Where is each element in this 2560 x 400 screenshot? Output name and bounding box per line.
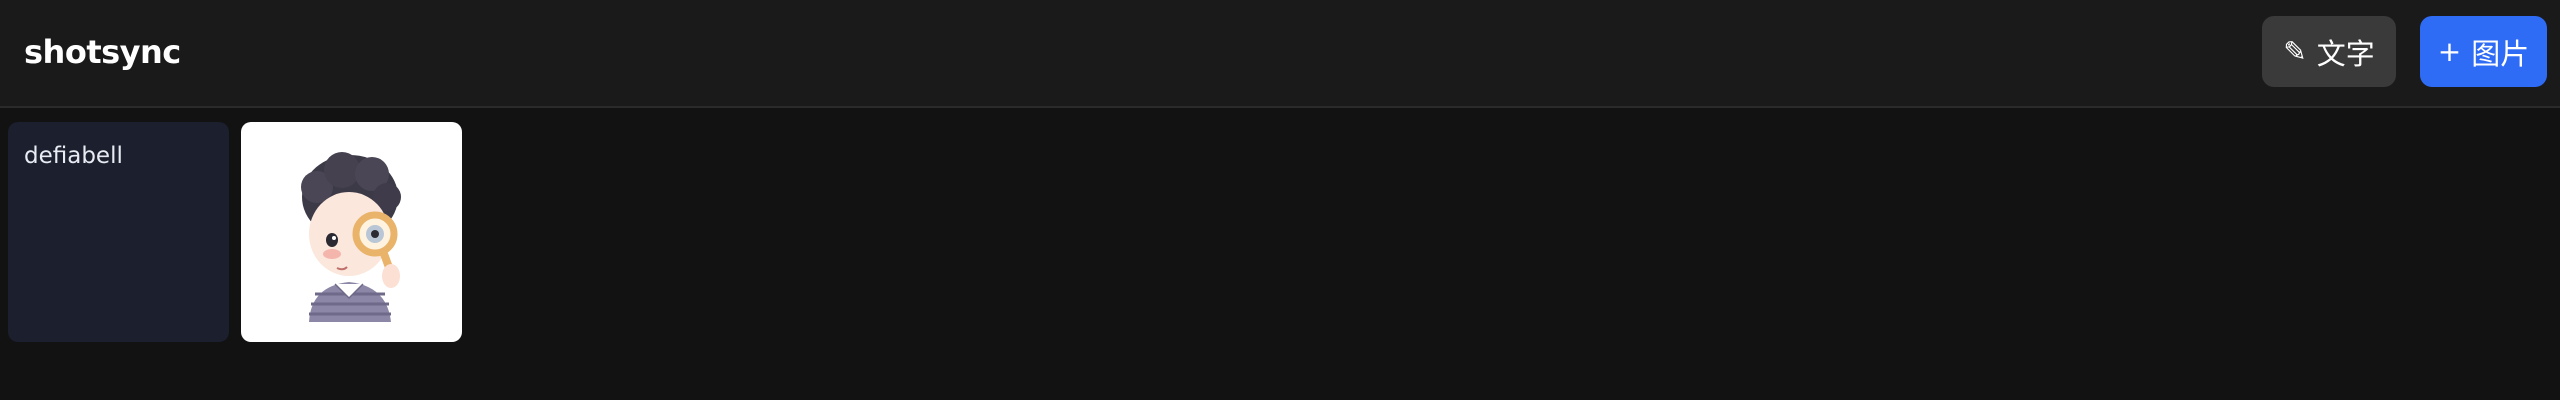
top-bar: shotsync ✎ 文字 + 图片 (0, 0, 2560, 108)
app-title: shotsync (24, 33, 181, 71)
text-card[interactable]: defiabell (8, 122, 229, 342)
add-image-button-label: 图片 (2471, 36, 2530, 71)
add-text-button-label: 文字 (2316, 36, 2375, 71)
text-card-content: defiabell (24, 143, 123, 169)
add-text-button[interactable]: ✎ 文字 (2262, 16, 2396, 87)
plus-icon: + (2437, 34, 2462, 68)
cartoon-boy-image (300, 152, 401, 322)
add-image-button[interactable]: + 图片 (2420, 16, 2547, 87)
pencil-icon: ✎ (2283, 34, 2307, 68)
image-card[interactable] (241, 122, 462, 342)
